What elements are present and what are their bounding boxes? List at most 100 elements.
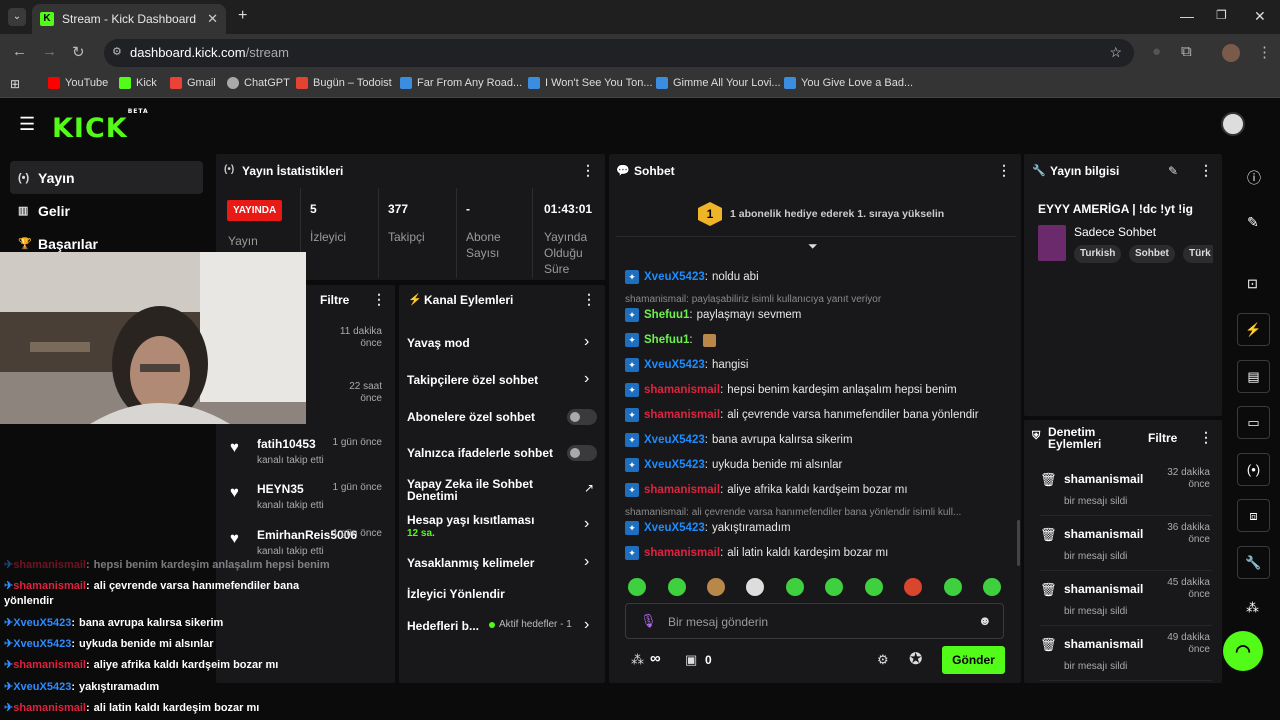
notes-button[interactable]: ▤: [1237, 360, 1270, 393]
close-tab-icon[interactable]: ✕: [207, 11, 218, 27]
emote-icon[interactable]: [983, 578, 1001, 596]
info-icon[interactable]: ⓘ: [1247, 168, 1261, 188]
nav-item-yayin[interactable]: (•) Yayın: [10, 161, 203, 194]
bookmark-youtube[interactable]: YouTube: [48, 77, 108, 89]
stream-info-menu-icon[interactable]: ⋮: [1199, 162, 1213, 179]
chat-username[interactable]: shamanismail: [644, 384, 720, 396]
help-headset-icon[interactable]: ◠: [1223, 631, 1263, 671]
hamburger-menu-icon[interactable]: ☰: [19, 114, 35, 135]
emoji-picker-icon[interactable]: ☻: [978, 613, 992, 628]
chevron-right-icon[interactable]: ›: [584, 553, 589, 571]
stats-menu-icon[interactable]: ⋮: [581, 162, 595, 179]
channel-actions-menu-icon[interactable]: ⋮: [582, 291, 596, 308]
tab-search-icon[interactable]: ⌄: [8, 8, 26, 26]
chevron-right-icon[interactable]: ›: [584, 515, 589, 533]
pinned-collapse-icon[interactable]: ⏷: [808, 239, 818, 254]
nav-item-gelir[interactable]: ▥ Gelir: [10, 194, 203, 227]
subs-only-toggle[interactable]: [567, 409, 597, 425]
microphone-icon[interactable]: 🎙: [640, 613, 657, 629]
followers-filter-button[interactable]: Filtre: [320, 293, 349, 307]
browser-menu-icon[interactable]: ⋮: [1257, 43, 1272, 61]
restore-icon[interactable]: ❐: [1216, 8, 1227, 22]
apps-grid-icon[interactable]: ⊞: [10, 77, 20, 91]
chat-username[interactable]: shamanismail: [644, 547, 720, 559]
chat-username[interactable]: XveuX5423: [644, 522, 705, 534]
banned-words-label[interactable]: Yasaklanmış kelimeler: [407, 556, 534, 570]
extension-icon[interactable]: ●: [1152, 43, 1161, 60]
followers-only-label[interactable]: Takipçilere özel sohbet: [407, 373, 538, 387]
category-name[interactable]: Sadece Sohbet: [1074, 225, 1156, 239]
goals-label[interactable]: Hedefleri b...: [407, 619, 479, 633]
screenshot-icon[interactable]: ⊡: [1247, 276, 1258, 292]
chevron-right-icon[interactable]: ›: [584, 370, 589, 388]
emote-icon[interactable]: [904, 578, 922, 596]
emote-icon[interactable]: [865, 578, 883, 596]
bookmark-song-4[interactable]: You Give Love a Bad...: [784, 77, 913, 89]
raid-label[interactable]: İzleyici Yönlendir: [407, 587, 505, 601]
chat-username[interactable]: XveuX5423: [644, 271, 705, 283]
back-icon[interactable]: ←: [12, 43, 27, 60]
quick-actions-button[interactable]: ⚡: [1237, 313, 1270, 346]
bookmark-song-2[interactable]: I Won't See You Ton...: [528, 77, 653, 89]
chat-username[interactable]: XveuX5423: [644, 359, 705, 371]
emote-icon[interactable]: [825, 578, 843, 596]
user-avatar[interactable]: [1221, 112, 1245, 136]
bookmark-kick[interactable]: Kick: [119, 77, 157, 89]
chest-icon[interactable]: ▣: [685, 652, 697, 668]
tab-stream[interactable]: K Stream - Kick Dashboard ✕: [32, 4, 226, 34]
minimize-icon[interactable]: —: [1180, 8, 1194, 24]
chat-menu-icon[interactable]: ⋮: [997, 162, 1011, 179]
chat-username[interactable]: shamanismail: [644, 409, 720, 421]
emotes-only-toggle[interactable]: [567, 445, 597, 461]
chevron-right-icon[interactable]: ›: [584, 333, 589, 351]
edit-icon[interactable]: ✎: [1247, 214, 1259, 231]
channel-points-icon[interactable]: ⁂: [1246, 600, 1259, 616]
mod-user[interactable]: shamanismail: [1064, 472, 1143, 486]
bookmark-song-1[interactable]: Far From Any Road...: [400, 77, 522, 89]
bookmark-gmail[interactable]: Gmail: [170, 77, 216, 89]
window-close-icon[interactable]: ✕: [1254, 8, 1266, 25]
chat-username[interactable]: XveuX5423: [644, 434, 705, 446]
kick-logo[interactable]: KICKBETA: [52, 108, 149, 144]
send-button[interactable]: Gönder: [942, 646, 1005, 674]
external-link-icon[interactable]: ↗: [584, 481, 594, 495]
chevron-right-icon[interactable]: ›: [584, 616, 589, 634]
new-tab-icon[interactable]: +: [238, 7, 247, 25]
edit-pencil-icon[interactable]: ✎: [1168, 164, 1178, 178]
forward-icon[interactable]: →: [42, 43, 57, 60]
site-info-icon[interactable]: ⚙: [112, 45, 122, 58]
chat-username[interactable]: Shefuu1: [644, 309, 689, 321]
follower-name[interactable]: HEYN35: [257, 482, 304, 496]
emote-icon[interactable]: [628, 578, 646, 596]
emote-icon[interactable]: [786, 578, 804, 596]
channel-points-icon[interactable]: ⁂: [631, 652, 644, 668]
chat-username[interactable]: shamanismail: [644, 484, 720, 496]
mod-menu-icon[interactable]: ⋮: [1199, 429, 1213, 446]
emote-icon[interactable]: [707, 578, 725, 596]
emote-icon[interactable]: [668, 578, 686, 596]
mod-user[interactable]: shamanismail: [1064, 637, 1143, 651]
chat-button[interactable]: ▭: [1237, 406, 1270, 439]
mod-filter-button[interactable]: Filtre: [1148, 431, 1177, 445]
bookmark-song-3[interactable]: Gimme All Your Lovi...: [656, 77, 781, 89]
account-age-label[interactable]: Hesap yaşı kısıtlaması: [407, 513, 534, 527]
followers-menu-icon[interactable]: ⋮: [372, 291, 386, 308]
emote-icon[interactable]: [746, 578, 764, 596]
slow-mode-label[interactable]: Yavaş mod: [407, 336, 470, 350]
chat-username[interactable]: Shefuu1: [644, 334, 689, 346]
profile-avatar[interactable]: [1222, 44, 1240, 62]
emote-icon[interactable]: [944, 578, 962, 596]
chat-input[interactable]: 🎙 Bir mesaj gönderin ☻: [625, 603, 1004, 639]
ai-moderation-label[interactable]: Yapay Zeka ile Sohbet Denetimi: [407, 478, 557, 502]
tools-button[interactable]: 🔧: [1237, 546, 1270, 579]
bookmark-todoist[interactable]: Bugün – Todoist: [296, 77, 392, 89]
chat-scrollbar[interactable]: [1017, 520, 1020, 566]
mod-user[interactable]: shamanismail: [1064, 582, 1143, 596]
chat-rewards-icon[interactable]: ✪: [909, 649, 922, 669]
settings-gear-icon[interactable]: ⚙: [877, 652, 889, 668]
reload-icon[interactable]: ↻: [72, 43, 85, 61]
address-bar[interactable]: ⚙ dashboard.kick.com/stream ☆: [104, 39, 1134, 67]
extensions-puzzle-icon[interactable]: ⧉: [1181, 43, 1192, 60]
bookmark-chatgpt[interactable]: ChatGPT: [227, 77, 290, 89]
chat-username[interactable]: XveuX5423: [644, 459, 705, 471]
